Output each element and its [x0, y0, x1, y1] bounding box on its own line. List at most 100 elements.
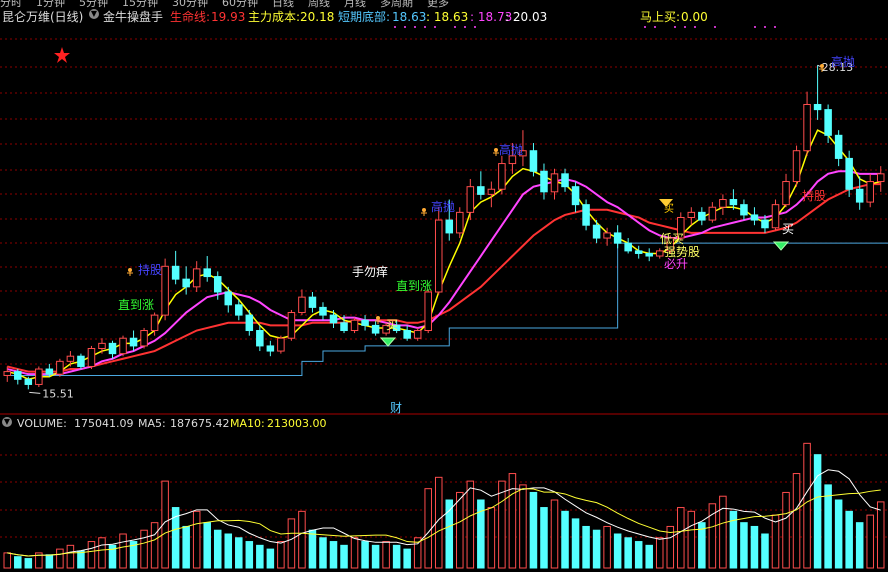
volume-bar [213, 529, 222, 569]
candle-body [466, 186, 475, 213]
volume-bar [56, 548, 64, 569]
person-icon [820, 64, 824, 68]
volume-bar [876, 501, 885, 569]
volume-bar [235, 537, 243, 569]
candle-body [340, 322, 348, 332]
candle-body [540, 170, 548, 193]
signal-dot [454, 26, 456, 28]
candle-body [729, 199, 738, 206]
candle-body [550, 173, 559, 193]
volume-bar [382, 541, 390, 569]
candle-body [613, 232, 622, 244]
volume-bar [824, 484, 832, 569]
person-icon [128, 268, 132, 272]
person-icon [494, 148, 498, 152]
volume-bar [529, 491, 538, 569]
volume-bar [329, 541, 338, 569]
sell-signal-label: 高抛 [431, 199, 455, 214]
candle-body [624, 242, 632, 252]
volume-bar [277, 541, 285, 569]
candle-body [277, 337, 285, 352]
volume-bar [87, 541, 96, 569]
volume-bar [592, 529, 601, 569]
volume-bar [719, 495, 727, 569]
candle-body [740, 204, 748, 216]
buy-signal-label: 买 [386, 318, 398, 332]
candle-body [750, 214, 759, 221]
signal-dot [424, 26, 426, 28]
volume-bar [750, 525, 759, 569]
volume-bar [487, 507, 496, 569]
candle-body [24, 378, 33, 385]
candle-body [182, 278, 190, 288]
hold-signal-label: 持股 [802, 188, 826, 203]
signal-dot [694, 26, 696, 28]
volume-bar [24, 558, 33, 569]
signal-dot [774, 26, 776, 28]
star-icon [54, 47, 70, 63]
candle-body [561, 173, 569, 188]
volume-bar [245, 541, 254, 569]
volume-bar [361, 541, 369, 569]
candle-body [876, 173, 885, 183]
signal-dot [754, 26, 756, 28]
candle-body [192, 268, 201, 288]
signal-dot [464, 26, 466, 28]
volume-bar [456, 491, 464, 569]
rise-signal-label: 直到涨 [396, 278, 432, 293]
candle-body [445, 219, 454, 234]
candle-body [66, 355, 75, 362]
candle-body [308, 296, 317, 308]
signal-dot [394, 26, 396, 28]
kline-chart[interactable]: 28.1315.51手勿痒直到涨直到涨买买低买强势股必升高抛高抛高抛持股持股财买 [0, 0, 888, 572]
volume-bar [561, 510, 569, 569]
sell-signal-label: 高抛 [499, 142, 523, 157]
low-buy-label: 低买 [660, 232, 684, 246]
candle-body [813, 103, 822, 111]
candle-body [603, 232, 611, 239]
candle-body [456, 211, 464, 234]
candle-body [866, 181, 874, 203]
candle-body [287, 312, 296, 339]
volume-bar [203, 522, 211, 569]
volume-bar [298, 510, 306, 569]
candle-body [256, 330, 264, 347]
candle-body [855, 188, 864, 203]
candle-body [87, 347, 96, 367]
volume-bar [287, 518, 296, 569]
candle-body [698, 211, 706, 221]
volume-bar [634, 541, 643, 569]
volume-bar [319, 537, 327, 569]
volume-bar [256, 544, 264, 569]
volume-bar [45, 554, 54, 569]
volume-bar [192, 510, 201, 569]
volume-bar [224, 533, 233, 569]
volume-bar [182, 525, 190, 569]
signal-dot [764, 26, 766, 28]
green-diamond-icon [379, 337, 397, 347]
candle-body [508, 155, 517, 165]
volume-bar [340, 544, 348, 569]
candle-body [571, 186, 580, 206]
candle-body [687, 211, 696, 218]
candle-body [803, 103, 811, 152]
volume-bar [782, 491, 790, 569]
volume-bar [308, 529, 317, 569]
candle-body [371, 324, 380, 334]
candle-body [845, 157, 853, 190]
volume-bar [371, 544, 380, 569]
signal-dot [474, 26, 476, 28]
candle-body [413, 330, 422, 339]
volume-bar [771, 514, 780, 569]
candle-body [35, 368, 43, 385]
volume-bar [498, 480, 506, 569]
candle-body [108, 342, 117, 355]
candle-body [771, 204, 780, 229]
volume-ma5-line [7, 469, 881, 557]
candle-body [298, 296, 306, 314]
volume-bar [813, 454, 822, 569]
volume-ma10-line [7, 488, 881, 557]
volume-bar [624, 537, 632, 569]
candle-body [634, 250, 643, 254]
low-price-label: 15.51 [42, 387, 74, 400]
